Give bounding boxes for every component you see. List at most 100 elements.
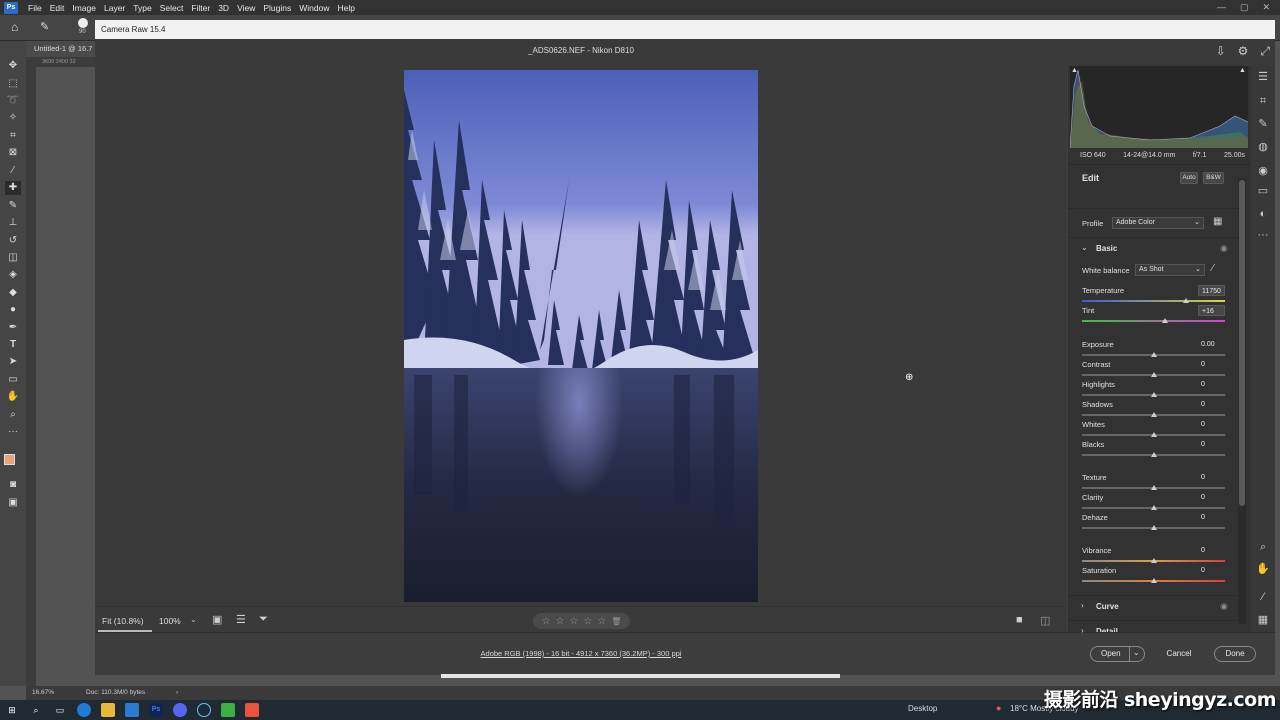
photo-preview[interactable] [404, 70, 758, 602]
app-orange-icon[interactable] [245, 703, 259, 717]
minimize-button[interactable]: — [1217, 2, 1226, 13]
slider-thumb-clarity[interactable] [1150, 505, 1157, 510]
dodge-tool-icon[interactable]: ● [5, 303, 21, 317]
slider-thumb-whites[interactable] [1150, 432, 1157, 437]
healing-brush-tool-icon[interactable]: ✚ [5, 181, 21, 195]
crop-tool-icon[interactable]: ⌗ [5, 129, 21, 143]
move-tool-icon[interactable]: ✥ [5, 59, 21, 73]
filmstrip-icon[interactable]: ▣ [212, 613, 222, 626]
slider-thumb-texture[interactable] [1150, 485, 1157, 490]
slider-thumb-contrast[interactable] [1150, 372, 1157, 377]
eyedropper-tool-icon[interactable]: ⁄ [5, 164, 21, 178]
zoom-100-button[interactable]: 100% [159, 616, 181, 626]
frame-tool-icon[interactable]: ⊠ [5, 146, 21, 160]
slider-value-shadows[interactable]: 0 [1198, 399, 1225, 410]
photoshop-taskbar-icon[interactable]: Ps [149, 703, 163, 717]
stamp-tool-icon[interactable]: ⊥ [5, 216, 21, 230]
menu-3d[interactable]: 3D [214, 3, 233, 13]
app-green-icon[interactable] [221, 703, 235, 717]
before-after-icon[interactable]: ◫ [1040, 614, 1050, 627]
slider-track-tint[interactable] [1082, 320, 1225, 322]
rectangle-tool-icon[interactable]: ▭ [5, 373, 21, 387]
color-sampler-icon[interactable]: ⁄ [1256, 590, 1270, 604]
basic-collapse-chevron-icon[interactable]: ⌄ [1081, 243, 1088, 252]
search-icon[interactable]: ⌕ [29, 703, 43, 717]
file-explorer-icon[interactable] [101, 703, 115, 717]
visibility-eye-icon[interactable]: ◉ [1220, 243, 1228, 254]
open-options-chevron-icon[interactable]: ⌄ [1133, 648, 1140, 657]
healing-icon[interactable]: ✎ [1256, 117, 1270, 131]
zoom-tool-icon[interactable]: ⌕ [5, 408, 21, 422]
screen-mode-icon[interactable]: ▣ [5, 496, 21, 510]
slider-value-texture[interactable]: 0 [1198, 472, 1225, 483]
star-3-icon[interactable]: ☆ [569, 616, 578, 627]
slider-value-whites[interactable]: 0 [1198, 419, 1225, 430]
more-options-icon[interactable]: ··· [1256, 228, 1270, 242]
store-icon[interactable] [125, 703, 139, 717]
steam-icon[interactable] [197, 703, 211, 717]
fit-zoom-button[interactable]: Fit (10.8%) [102, 616, 144, 626]
slider-thumb-shadows[interactable] [1150, 412, 1157, 417]
settings-gear-icon[interactable]: ⚙ [1238, 44, 1249, 59]
menu-help[interactable]: Help [333, 3, 358, 13]
bw-button[interactable]: B&W [1203, 172, 1224, 184]
red-eye-icon[interactable]: ◉ [1256, 164, 1270, 178]
slider-value-clarity[interactable]: 0 [1198, 492, 1225, 503]
blur-tool-icon[interactable]: ◆ [5, 286, 21, 300]
highlight-clipping-icon[interactable]: ▲ [1239, 67, 1246, 74]
star-5-icon[interactable]: ☆ [597, 616, 606, 627]
slider-thumb-temperature[interactable] [1183, 298, 1190, 303]
edit-sliders-icon[interactable]: ☰ [1256, 70, 1270, 84]
slider-thumb-exposure[interactable] [1150, 352, 1157, 357]
slider-value-contrast[interactable]: 0 [1198, 359, 1225, 370]
menu-view[interactable]: View [233, 3, 259, 13]
brush-preview-icon[interactable] [78, 18, 88, 28]
maximize-button[interactable]: ▢ [1240, 2, 1249, 13]
quick-select-tool-icon[interactable]: ✧ [5, 111, 21, 125]
slider-value-dehaze[interactable]: 0 [1198, 512, 1225, 523]
slider-value-tint[interactable]: +16 [1198, 305, 1225, 316]
hand-tool-icon[interactable]: ✋ [5, 390, 21, 404]
type-tool-icon[interactable]: T [5, 338, 21, 352]
slider-thumb-blacks[interactable] [1150, 452, 1157, 457]
cancel-button[interactable]: Cancel [1157, 646, 1201, 662]
horizontal-scrollbar[interactable] [441, 674, 840, 678]
save-image-icon[interactable]: ⇩ [1216, 44, 1226, 59]
shadow-clipping-icon[interactable]: ▲ [1071, 67, 1078, 74]
paint-bucket-tool-icon[interactable]: ◈ [5, 268, 21, 282]
panel-scroll-thumb[interactable] [1239, 180, 1245, 506]
menu-type[interactable]: Type [129, 3, 155, 13]
snapshots-icon[interactable]: ▭ [1256, 184, 1270, 198]
menu-layer[interactable]: Layer [100, 3, 129, 13]
slider-value-highlights[interactable]: 0 [1198, 379, 1225, 390]
zoom-icon[interactable]: ⌕ [1256, 540, 1270, 554]
slider-thumb-saturation[interactable] [1150, 578, 1157, 583]
star-4-icon[interactable]: ☆ [583, 616, 592, 627]
task-view-icon[interactable]: ▭ [53, 703, 67, 717]
workflow-options-link[interactable]: Adobe RGB (1998) - 16 bit - 4912 x 7360 … [95, 649, 1067, 658]
star-1-icon[interactable]: ☆ [542, 616, 551, 627]
menu-select[interactable]: Select [156, 3, 188, 13]
slider-thumb-dehaze[interactable] [1150, 525, 1157, 530]
auto-button[interactable]: Auto [1180, 172, 1198, 184]
star-2-icon[interactable]: ☆ [555, 616, 564, 627]
home-icon[interactable]: ⌂ [11, 20, 18, 34]
foreground-color-swatch[interactable] [4, 454, 15, 465]
single-view-icon[interactable]: ■ [1016, 614, 1023, 626]
edge-icon[interactable] [77, 703, 91, 717]
marquee-tool-icon[interactable]: ⬚ [5, 77, 21, 91]
detail-expand-chevron-icon[interactable]: › [1081, 626, 1084, 635]
profile-select[interactable]: Adobe Color ⌄ [1112, 217, 1204, 229]
detail-section-title[interactable]: Detail [1096, 627, 1118, 632]
menu-plugins[interactable]: Plugins [259, 3, 295, 13]
slider-value-temperature[interactable]: 11750 [1198, 285, 1225, 296]
menu-edit[interactable]: Edit [46, 3, 69, 13]
desktop-toolbar-label[interactable]: Desktop [908, 704, 937, 713]
brush-tool-icon[interactable]: ✎ [5, 199, 21, 213]
windows-start-icon[interactable]: ⊞ [5, 703, 19, 717]
slider-value-saturation[interactable]: 0 [1198, 565, 1225, 576]
grid-overlay-icon[interactable]: ▦ [1256, 613, 1270, 627]
menu-file[interactable]: File [24, 3, 46, 13]
status-expand-chevron-icon[interactable]: › [176, 686, 178, 700]
menu-window[interactable]: Window [295, 3, 333, 13]
